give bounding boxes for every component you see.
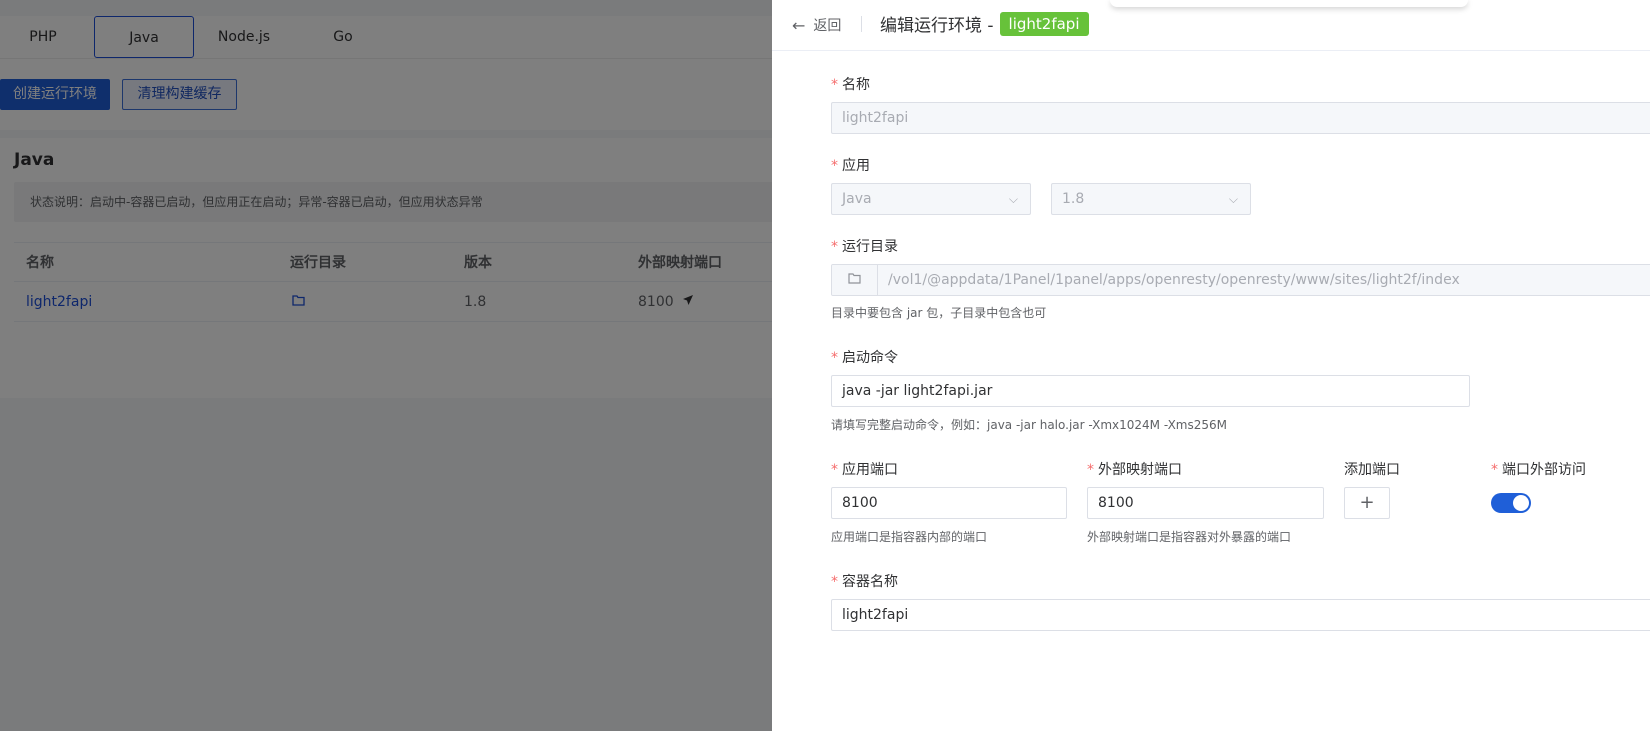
notification-toast [1110,0,1468,7]
name-field: light2fapi [831,102,1650,134]
container-name-input[interactable]: light2fapi [831,599,1650,631]
cmd-label: * 启动命令 [831,350,898,366]
add-port-button[interactable]: + [1344,487,1390,519]
app-select: Java ⌵ [831,183,1031,215]
external-access-label: * 端口外部访问 [1491,462,1586,478]
chevron-down-icon: ⌵ [1228,192,1238,206]
app-label: * 应用 [831,158,870,174]
container-label: * 容器名称 [831,574,898,590]
cmd-hint: 请填写完整启动命令，例如：java -jar halo.jar -Xmx1024… [831,418,1228,432]
toggle-knob [1513,495,1529,511]
arrow-left-icon: ← [792,15,806,35]
ext-port-input[interactable]: 8100 [1087,487,1324,519]
app-port-label: * 应用端口 [831,462,898,478]
app-port-input[interactable]: 8100 [831,487,1067,519]
add-port-label: 添加端口 [1344,462,1400,478]
dir-label: * 运行目录 [831,239,898,255]
external-access-toggle[interactable] [1491,493,1531,513]
chevron-down-icon: ⌵ [1008,192,1018,206]
app-port-hint: 应用端口是指容器内部的端口 [831,530,988,544]
name-label: * 名称 [831,77,870,93]
ext-port-hint: 外部映射端口是指容器对外暴露的端口 [1087,530,1292,544]
dir-hint: 目录中要包含 jar 包，子目录中包含也可 [831,306,1047,320]
runtime-form: * 名称 light2fapi * 应用 Java ⌵ 1.8 ⌵ * 运行目录 /v… [831,0,1650,731]
version-select: 1.8 ⌵ [1051,183,1251,215]
start-command-input[interactable]: java -jar light2fapi.jar [831,375,1470,407]
dir-field: /vol1/@appdata/1Panel/1panel/apps/openre… [831,264,1650,296]
ext-port-label: * 外部映射端口 [1087,462,1182,478]
folder-icon[interactable] [832,265,878,295]
plus-icon: + [1359,492,1375,513]
edit-runtime-drawer: ← 返回 编辑运行环境 - light2fapi * 名称 light2fapi … [772,0,1650,731]
